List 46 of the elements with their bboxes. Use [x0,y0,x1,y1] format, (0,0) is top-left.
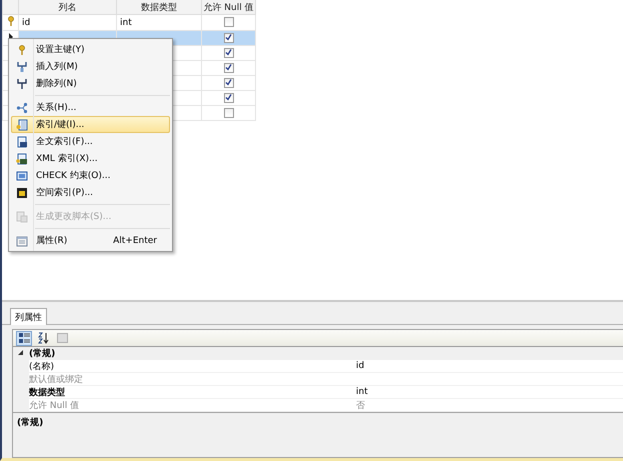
property-value[interactable]: id [356,361,364,371]
property-name: 数据类型 [29,388,65,398]
script-icon [16,210,28,222]
check-constraint-icon [16,170,28,182]
menu-item[interactable]: 空间索引(P)... [11,184,170,201]
menu-item[interactable]: 全文索引(F)... [11,133,170,150]
menu-item[interactable]: XML 索引(X)... [11,150,170,167]
checkbox[interactable] [224,62,234,73]
category-label: (常规) [29,348,56,358]
property-name: 默认值或绑定 [29,374,83,384]
collapse-icon[interactable] [18,350,24,356]
property-name: (名称) [29,362,54,372]
xml-index-icon [16,152,28,164]
menu-item[interactable]: 删除列(N) [11,75,170,92]
column-header[interactable]: 列名 [18,0,116,14]
column-header[interactable]: 数据类型 [116,0,202,14]
checkbox[interactable] [224,32,234,43]
property-value[interactable]: int [356,387,368,397]
shortcut-label: Alt+Enter [113,236,158,246]
sort-alphabetical-icon[interactable] [38,332,48,344]
menu-item[interactable]: 关系(H)... [11,99,170,116]
table-cell[interactable]: int [120,18,132,28]
checkbox[interactable] [224,92,234,103]
menu-item[interactable]: 索引/键(I)... [11,116,170,133]
table-cell[interactable]: id [22,18,30,28]
menu-item[interactable]: 属性(R) Alt+Enter [11,232,170,249]
index-icon [16,118,28,130]
categorized-icon[interactable] [18,332,30,344]
delete-column-icon [16,78,28,90]
checkbox[interactable] [224,78,234,88]
properties-icon [16,234,28,246]
menu-item[interactable]: 插入列(M) [11,58,170,75]
key-icon [16,44,28,56]
column-header[interactable]: 允许 Null 值 [202,0,256,14]
full-text-index-icon [16,136,28,148]
checkbox[interactable] [224,17,234,28]
menu-item[interactable]: 设置主键(Y) [11,41,170,58]
relationship-icon [16,102,28,114]
menu-item[interactable]: CHECK 约束(O)... [11,167,170,184]
insert-column-icon [16,60,28,72]
description-title: (常规) [17,418,44,428]
checkbox[interactable] [224,48,234,58]
tab[interactable]: 列属性 [10,308,47,325]
property-name: 允许 Null 值 [29,400,80,410]
spatial-index-icon [16,186,28,198]
checkbox[interactable] [224,108,234,118]
